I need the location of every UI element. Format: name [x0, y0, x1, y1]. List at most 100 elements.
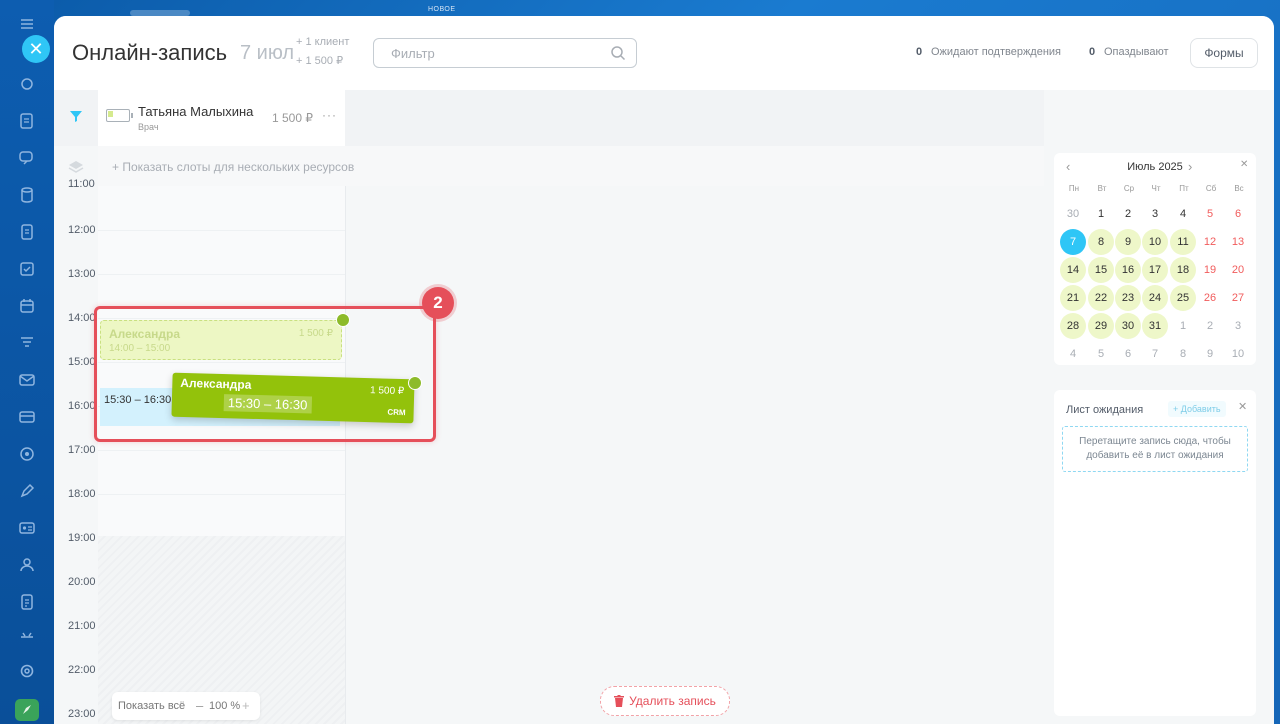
search-icon[interactable]: [610, 45, 626, 61]
calendar-day[interactable]: 16: [1115, 257, 1141, 283]
calendar-day[interactable]: 8: [1170, 341, 1196, 367]
next-month-icon[interactable]: ›: [1188, 159, 1192, 174]
forms-button[interactable]: Формы: [1190, 38, 1258, 68]
annotation-step-badge: 2: [422, 287, 454, 319]
calendar-day[interactable]: 11: [1170, 229, 1196, 255]
clients-sum: + 1 500 ₽: [296, 55, 344, 67]
calendar-day[interactable]: 5: [1088, 341, 1114, 367]
waiting-list-dropzone[interactable]: Перетащите запись сюда, чтобы добавить е…: [1062, 426, 1248, 472]
calendar-day[interactable]: 4: [1170, 201, 1196, 227]
delete-label: Удалить запись: [629, 694, 716, 708]
collapse-icon[interactable]: ✕: [1238, 400, 1247, 413]
mail-icon[interactable]: [17, 370, 37, 390]
database-icon[interactable]: [17, 185, 37, 205]
late-count: 0: [1089, 46, 1096, 58]
calendar-day[interactable]: 27: [1225, 285, 1251, 311]
calendar-day[interactable]: 2: [1115, 201, 1141, 227]
users-icon[interactable]: [17, 555, 37, 575]
time-label: 18:00: [68, 488, 96, 500]
calendar-day[interactable]: 5: [1197, 201, 1223, 227]
weekday-label: Вс: [1234, 184, 1244, 193]
calendar-day[interactable]: 20: [1225, 257, 1251, 283]
calendar-day[interactable]: 23: [1115, 285, 1141, 311]
show-multi-resource-slots-link[interactable]: + Показать слоты для нескольких ресурсов: [112, 160, 354, 174]
calendar-day[interactable]: 30: [1060, 201, 1086, 227]
awaiting-label[interactable]: Ожидают подтверждения: [931, 46, 1061, 58]
calendar-day[interactable]: 24: [1142, 285, 1168, 311]
prev-month-icon[interactable]: ‹: [1066, 159, 1070, 174]
calendar-day[interactable]: 30: [1115, 313, 1141, 339]
calendar-day[interactable]: 4: [1060, 341, 1086, 367]
weekday-label: Чт: [1151, 184, 1161, 193]
waiting-list-add-button[interactable]: + Добавить: [1168, 401, 1226, 417]
document-icon[interactable]: [17, 222, 37, 242]
calendar-day[interactable]: 10: [1225, 341, 1251, 367]
show-all-button[interactable]: Показать всё: [118, 700, 185, 712]
calendar-day[interactable]: 9: [1115, 229, 1141, 255]
calendar-day[interactable]: 12: [1197, 229, 1223, 255]
calendar-day[interactable]: 9: [1197, 341, 1223, 367]
waiting-list-drop-text: Перетащите запись сюда, чтобы добавить е…: [1079, 436, 1231, 461]
calendar-month-title[interactable]: Июль 2025: [1100, 161, 1210, 173]
calendar-day[interactable]: 7: [1060, 229, 1086, 255]
pen-icon[interactable]: [17, 481, 37, 501]
late-label[interactable]: Опаздывают: [1104, 46, 1169, 58]
close-icon: ✕: [28, 38, 44, 59]
rocket-icon[interactable]: [15, 699, 39, 721]
calendar-day[interactable]: 29: [1088, 313, 1114, 339]
calendar-day[interactable]: 26: [1197, 285, 1223, 311]
chat-icon[interactable]: [17, 148, 37, 168]
calendar-day[interactable]: 1: [1088, 201, 1114, 227]
resource-name: Татьяна Малыхина: [138, 104, 254, 119]
calendar-day[interactable]: 28: [1060, 313, 1086, 339]
zoom-out-button[interactable]: –: [196, 698, 203, 713]
calendar-icon[interactable]: [17, 296, 37, 316]
resource-more-button[interactable]: ···: [322, 108, 337, 122]
robot-icon[interactable]: [17, 628, 37, 648]
zoom-in-button[interactable]: +: [242, 698, 250, 713]
filter-field[interactable]: [373, 38, 637, 68]
resource-price: 1 500 ₽: [272, 111, 313, 125]
left-rail: [0, 0, 54, 724]
calendar-day[interactable]: 18: [1170, 257, 1196, 283]
calendar-day[interactable]: 13: [1225, 229, 1251, 255]
target-icon[interactable]: [17, 444, 37, 464]
calendar-day[interactable]: 31: [1142, 313, 1168, 339]
funnel-filter-icon[interactable]: [68, 108, 84, 124]
tasks-icon[interactable]: [17, 259, 37, 279]
edit-doc-icon[interactable]: [17, 111, 37, 131]
calendar-day[interactable]: 15: [1088, 257, 1114, 283]
top-new-tag: НОВОЕ: [428, 6, 456, 13]
calendar-day[interactable]: 3: [1142, 201, 1168, 227]
time-label: 11:00: [68, 178, 95, 190]
page-date: 7 июл: [240, 42, 295, 64]
file-icon[interactable]: [17, 592, 37, 612]
calendar-day[interactable]: 8: [1088, 229, 1114, 255]
funnel-icon[interactable]: [17, 333, 37, 353]
time-label: 16:00: [68, 400, 96, 412]
sync-icon[interactable]: [17, 74, 37, 94]
collapse-icon[interactable]: ✕: [1240, 159, 1248, 170]
booking-panel: Онлайн-запись 7 июл + 1 клиент + 1 500 ₽…: [54, 16, 1274, 724]
weekday-label: Вт: [1097, 184, 1107, 193]
settings-gear-icon[interactable]: [17, 661, 37, 681]
calendar-day[interactable]: 6: [1225, 201, 1251, 227]
delete-appointment-dropzone[interactable]: Удалить запись: [600, 686, 730, 716]
calendar-day[interactable]: 21: [1060, 285, 1086, 311]
calendar-day[interactable]: 7: [1142, 341, 1168, 367]
calendar-day[interactable]: 6: [1115, 341, 1141, 367]
calendar-day[interactable]: 25: [1170, 285, 1196, 311]
menu-icon[interactable]: [17, 14, 37, 34]
calendar-day[interactable]: 17: [1142, 257, 1168, 283]
calendar-day[interactable]: 10: [1142, 229, 1168, 255]
calendar-day[interactable]: 2: [1197, 313, 1223, 339]
filter-input[interactable]: [389, 45, 603, 62]
calendar-day[interactable]: 3: [1225, 313, 1251, 339]
card-icon[interactable]: [17, 407, 37, 427]
calendar-day[interactable]: 14: [1060, 257, 1086, 283]
close-slider-button[interactable]: ✕: [22, 35, 50, 63]
id-card-icon[interactable]: [17, 518, 37, 538]
calendar-day[interactable]: 1: [1170, 313, 1196, 339]
calendar-day[interactable]: 22: [1088, 285, 1114, 311]
calendar-day[interactable]: 19: [1197, 257, 1223, 283]
